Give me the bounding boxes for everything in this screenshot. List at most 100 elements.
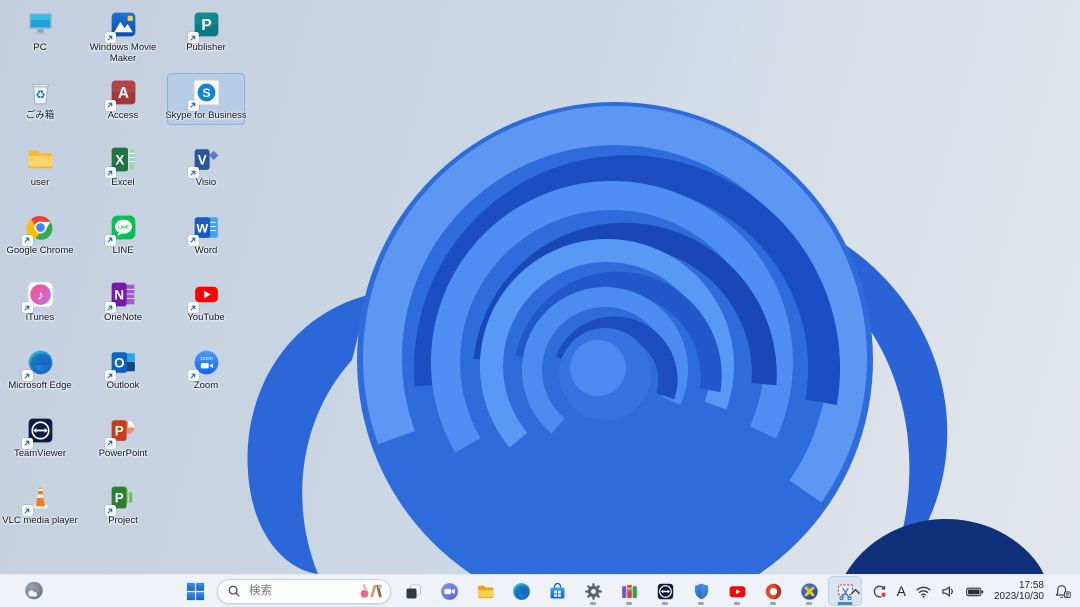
taskbar-button-security[interactable] <box>684 576 718 606</box>
shortcut-arrow-icon <box>187 302 199 314</box>
wifi-icon[interactable] <box>913 577 934 605</box>
shortcut-arrow-icon <box>104 99 116 111</box>
shortcut-arrow-icon <box>187 167 199 179</box>
desktop-icon-youtube[interactable]: YouTube <box>168 276 244 327</box>
windows-desktop: PC ♻ ごみ箱 user Google Chrome ♪ iTunes Microsoft … <box>0 0 1080 607</box>
taskbar-button-teamviewer[interactable] <box>648 576 682 606</box>
svg-text:P: P <box>201 17 211 34</box>
desktop-icon-label: Windows Movie Maker <box>89 42 157 64</box>
desktop-icon-label: Microsoft Edge <box>8 380 72 391</box>
taskbar-button-office[interactable] <box>756 576 790 606</box>
volume-icon[interactable] <box>938 577 959 605</box>
taskbar-button-chat[interactable] <box>432 576 466 606</box>
office-icon <box>763 581 784 602</box>
battery-icon[interactable] <box>963 577 987 605</box>
desktop-icon-user-folder[interactable]: user <box>2 141 78 192</box>
shortcut-arrow-icon <box>21 370 33 381</box>
visio-icon: V <box>187 143 223 179</box>
taskbar-button-winrar[interactable] <box>612 576 646 606</box>
taskbar-button-edge[interactable] <box>504 576 538 606</box>
clock[interactable]: 17:58 2023/10/30 <box>991 577 1047 605</box>
shortcut-arrow-icon <box>21 437 33 449</box>
publisher-icon: P <box>187 8 223 43</box>
store-icon <box>547 581 568 602</box>
desktop-icon-visio[interactable]: V Visio <box>168 141 244 192</box>
pc-icon <box>24 8 57 41</box>
running-indicator <box>662 601 668 605</box>
desktop-icon-label: iTunes <box>25 312 55 324</box>
taskbar-button-youtube[interactable] <box>720 576 754 606</box>
desktop-icon-itunes[interactable]: ♪ iTunes <box>2 276 78 327</box>
task-view-icon <box>403 581 424 602</box>
teamviewer-icon <box>655 581 676 602</box>
shortcut-arrow-icon <box>104 302 116 314</box>
teamviewer-icon <box>21 414 57 449</box>
svg-text:♪: ♪ <box>37 288 44 303</box>
desktop-icon-label: LINE <box>112 244 134 256</box>
taskbar-button-settings[interactable] <box>576 576 610 606</box>
shortcut-arrow-icon <box>104 32 116 43</box>
excel-icon: X <box>104 143 140 179</box>
taskbar-button-store[interactable] <box>540 576 574 606</box>
desktop-icon-pc[interactable]: PC <box>2 6 78 57</box>
desktop-icon-movie-maker[interactable]: Windows Movie Maker <box>85 6 161 67</box>
search-icon <box>227 584 241 598</box>
desktop-icon-label: Zoom <box>193 380 219 391</box>
desktop-icon-vlc[interactable]: VLC media player <box>2 479 78 530</box>
date: 2023/10/30 <box>993 591 1044 602</box>
desktop-icon-powerpoint[interactable]: P PowerPoint <box>85 412 161 463</box>
search-box[interactable] <box>217 578 391 604</box>
desktop-icon-recycle-bin[interactable]: ♻ ごみ箱 <box>2 74 78 125</box>
notification-bell-icon[interactable] <box>1051 577 1074 605</box>
desktop-icon-edge[interactable]: Microsoft Edge <box>2 344 78 395</box>
shortcut-arrow-icon <box>104 370 116 381</box>
svg-text:S: S <box>202 86 210 100</box>
time: 17:58 <box>1018 580 1044 591</box>
desktop-icon-label: YouTube <box>187 312 225 324</box>
desktop-icon-teamviewer[interactable]: TeamViewer <box>2 412 78 463</box>
svg-text:N: N <box>114 288 124 303</box>
desktop-icon-label: TeamViewer <box>13 447 67 459</box>
sync-tray-icon[interactable] <box>869 577 890 605</box>
desktop-icon-skype-business[interactable]: S Skype for Business <box>165 72 247 126</box>
svg-text:V: V <box>197 153 206 168</box>
edge-icon <box>511 581 532 602</box>
settings-icon <box>583 581 604 602</box>
taskbar-center <box>178 575 862 607</box>
desktop-icon-access[interactable]: A Access <box>85 74 161 125</box>
hidden-icons-chevron[interactable] <box>846 577 865 605</box>
youtube-icon <box>727 581 748 602</box>
desktop-icon-label: PC <box>33 42 47 53</box>
search-input[interactable] <box>247 584 358 598</box>
edge-icon <box>21 346 57 381</box>
recycle-bin-icon: ♻ <box>24 76 57 109</box>
svg-text:W: W <box>196 221 208 235</box>
desktop-icon-onenote[interactable]: N OneNote <box>85 276 161 327</box>
desktop-icon-outlook[interactable]: O Outlook <box>85 344 161 395</box>
desktop-icon-word[interactable]: W Word <box>168 209 244 260</box>
shortcut-arrow-icon <box>21 234 33 246</box>
windows-logo-icon <box>186 582 204 600</box>
shortcut-arrow-icon <box>21 505 33 517</box>
taskbar: A 17:58 2023/10/30 <box>0 574 1080 607</box>
itunes-icon: ♪ <box>21 278 57 314</box>
taskbar-button-file-explorer[interactable] <box>468 576 502 606</box>
taskbar-button-task-view[interactable] <box>396 576 430 606</box>
desktop-icon-project[interactable]: P Project <box>85 479 161 530</box>
running-indicator <box>770 601 776 605</box>
start-button[interactable] <box>178 576 212 606</box>
desktop-icon-label: OneNote <box>103 312 143 324</box>
line-icon: LINE <box>104 211 140 246</box>
desktop-icon-publisher[interactable]: P Publisher <box>168 6 244 57</box>
desktop-icon-label: Publisher <box>186 42 226 53</box>
desktop-icon-line[interactable]: LINE LINE <box>85 209 161 260</box>
desktop-icon-label: ごみ箱 <box>25 109 55 121</box>
skype-business-icon: S <box>187 76 223 111</box>
desktop-icon-chrome[interactable]: Google Chrome <box>2 209 78 260</box>
desktop-icon-excel[interactable]: X Excel <box>85 141 161 192</box>
desktop-icon-zoom[interactable]: zoom Zoom <box>168 344 244 395</box>
widgets-weather-icon[interactable] <box>20 577 48 605</box>
ime-indicator[interactable]: A <box>894 577 909 605</box>
taskbar-button-x-app[interactable] <box>792 576 826 606</box>
svg-text:P: P <box>114 423 123 438</box>
